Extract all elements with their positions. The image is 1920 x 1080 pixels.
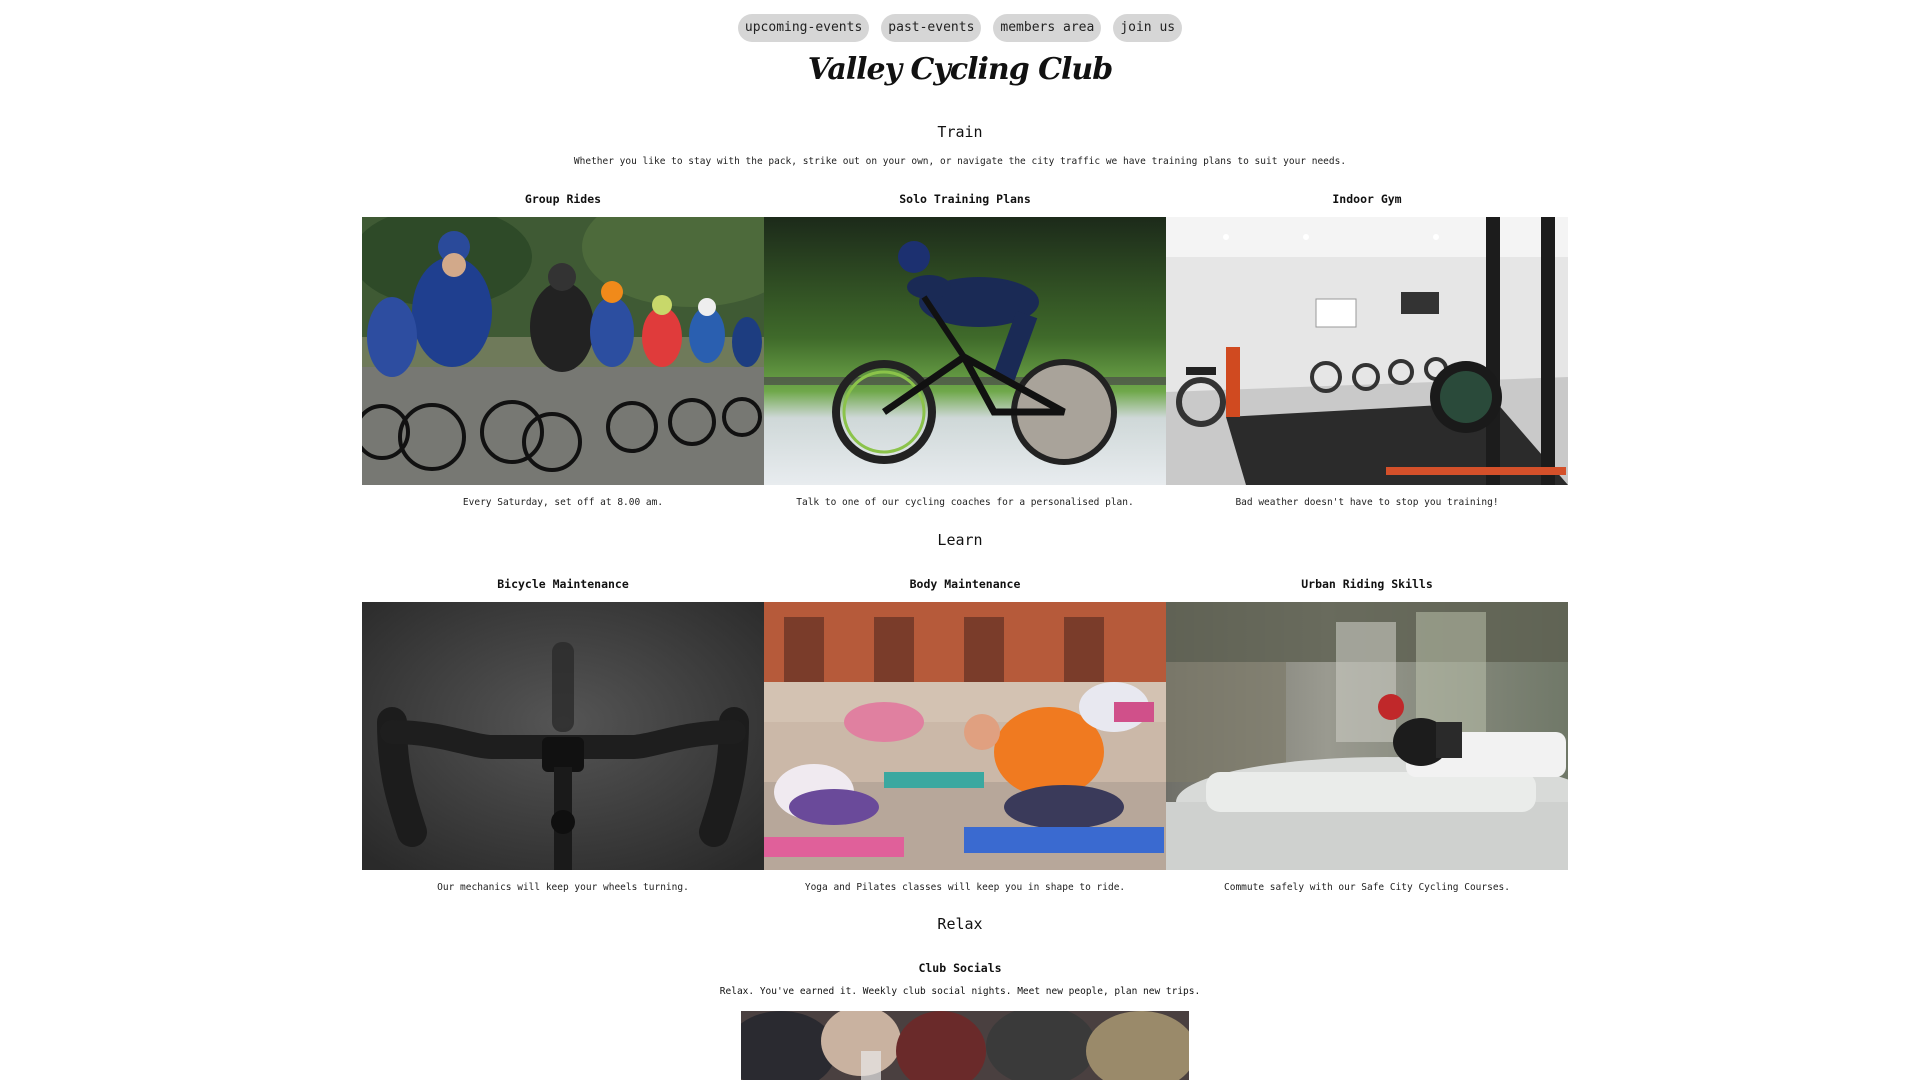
site-title: Valley Cycling Club	[807, 52, 1113, 87]
card-title-club-socials: Club Socials	[918, 961, 1002, 975]
card-group-rides: Group Rides Every Saturday, set off at 8…	[362, 192, 764, 508]
section-title-relax: Relax	[937, 915, 983, 933]
solo-training-photo	[764, 217, 1166, 485]
card-caption: Commute safely with our Safe City Cyclin…	[1224, 882, 1510, 893]
card-title: Group Rides	[524, 192, 602, 206]
section-title-learn: Learn	[937, 531, 983, 549]
card-caption: Yoga and Pilates classes will keep you i…	[804, 882, 1126, 893]
card-bicycle-maintenance: Bicycle Maintenance Our mechanics will k…	[362, 577, 764, 893]
nav-past-events[interactable]: past-events	[881, 14, 982, 42]
club-socials-photo	[741, 1011, 1189, 1080]
nav-join-us[interactable]: join us	[1113, 14, 1183, 42]
group-rides-image[interactable]	[362, 217, 764, 485]
section-intro-train: Whether you like to stay with the pack, …	[573, 156, 1347, 167]
card-solo-training-plans: Solo Training Plans Talk to one of our c…	[764, 192, 1166, 508]
nav-members-area[interactable]: members area	[993, 14, 1102, 42]
card-body-maintenance: Body Maintenance Yoga and Pilates classe…	[764, 577, 1166, 893]
body-maintenance-image[interactable]	[764, 602, 1166, 870]
card-title: Body Maintenance	[909, 577, 1021, 591]
card-caption: Talk to one of our cycling coaches for a…	[796, 497, 1134, 508]
card-caption: Every Saturday, set off at 8.00 am.	[462, 497, 664, 508]
learn-grid: Bicycle Maintenance Our mechanics will k…	[362, 577, 1568, 893]
section-title-train: Train	[937, 123, 983, 141]
indoor-gym-image[interactable]	[1166, 217, 1568, 485]
group-rides-photo	[362, 217, 764, 485]
nav-upcoming-events[interactable]: upcoming-events	[737, 14, 870, 42]
card-indoor-gym: Indoor Gym Bad weather doesn't have to s…	[1166, 192, 1568, 508]
club-socials-text: Relax. You've earned it. Weekly club soc…	[719, 986, 1201, 997]
card-title: Solo Training Plans	[899, 192, 1031, 206]
top-nav: upcoming-events past-events members area…	[0, 14, 1920, 42]
card-title: Bicycle Maintenance	[497, 577, 629, 591]
page: upcoming-events past-events members area…	[0, 0, 1920, 1080]
train-grid: Group Rides Every Saturday, set off at 8…	[362, 192, 1568, 508]
solo-training-image[interactable]	[764, 217, 1166, 485]
club-socials-image[interactable]	[741, 1011, 1189, 1080]
bicycle-maintenance-photo	[362, 602, 764, 870]
body-maintenance-photo	[764, 602, 1166, 870]
card-title: Indoor Gym	[1332, 192, 1402, 206]
card-title: Urban Riding Skills	[1301, 577, 1433, 591]
card-caption: Our mechanics will keep your wheels turn…	[437, 882, 689, 893]
indoor-gym-photo	[1166, 217, 1568, 485]
card-urban-riding-skills: Urban Riding Skills Commute safely with …	[1166, 577, 1568, 893]
urban-riding-photo	[1166, 602, 1568, 870]
bicycle-maintenance-image[interactable]	[362, 602, 764, 870]
card-caption: Bad weather doesn't have to stop you tra…	[1235, 497, 1499, 508]
urban-riding-image[interactable]	[1166, 602, 1568, 870]
